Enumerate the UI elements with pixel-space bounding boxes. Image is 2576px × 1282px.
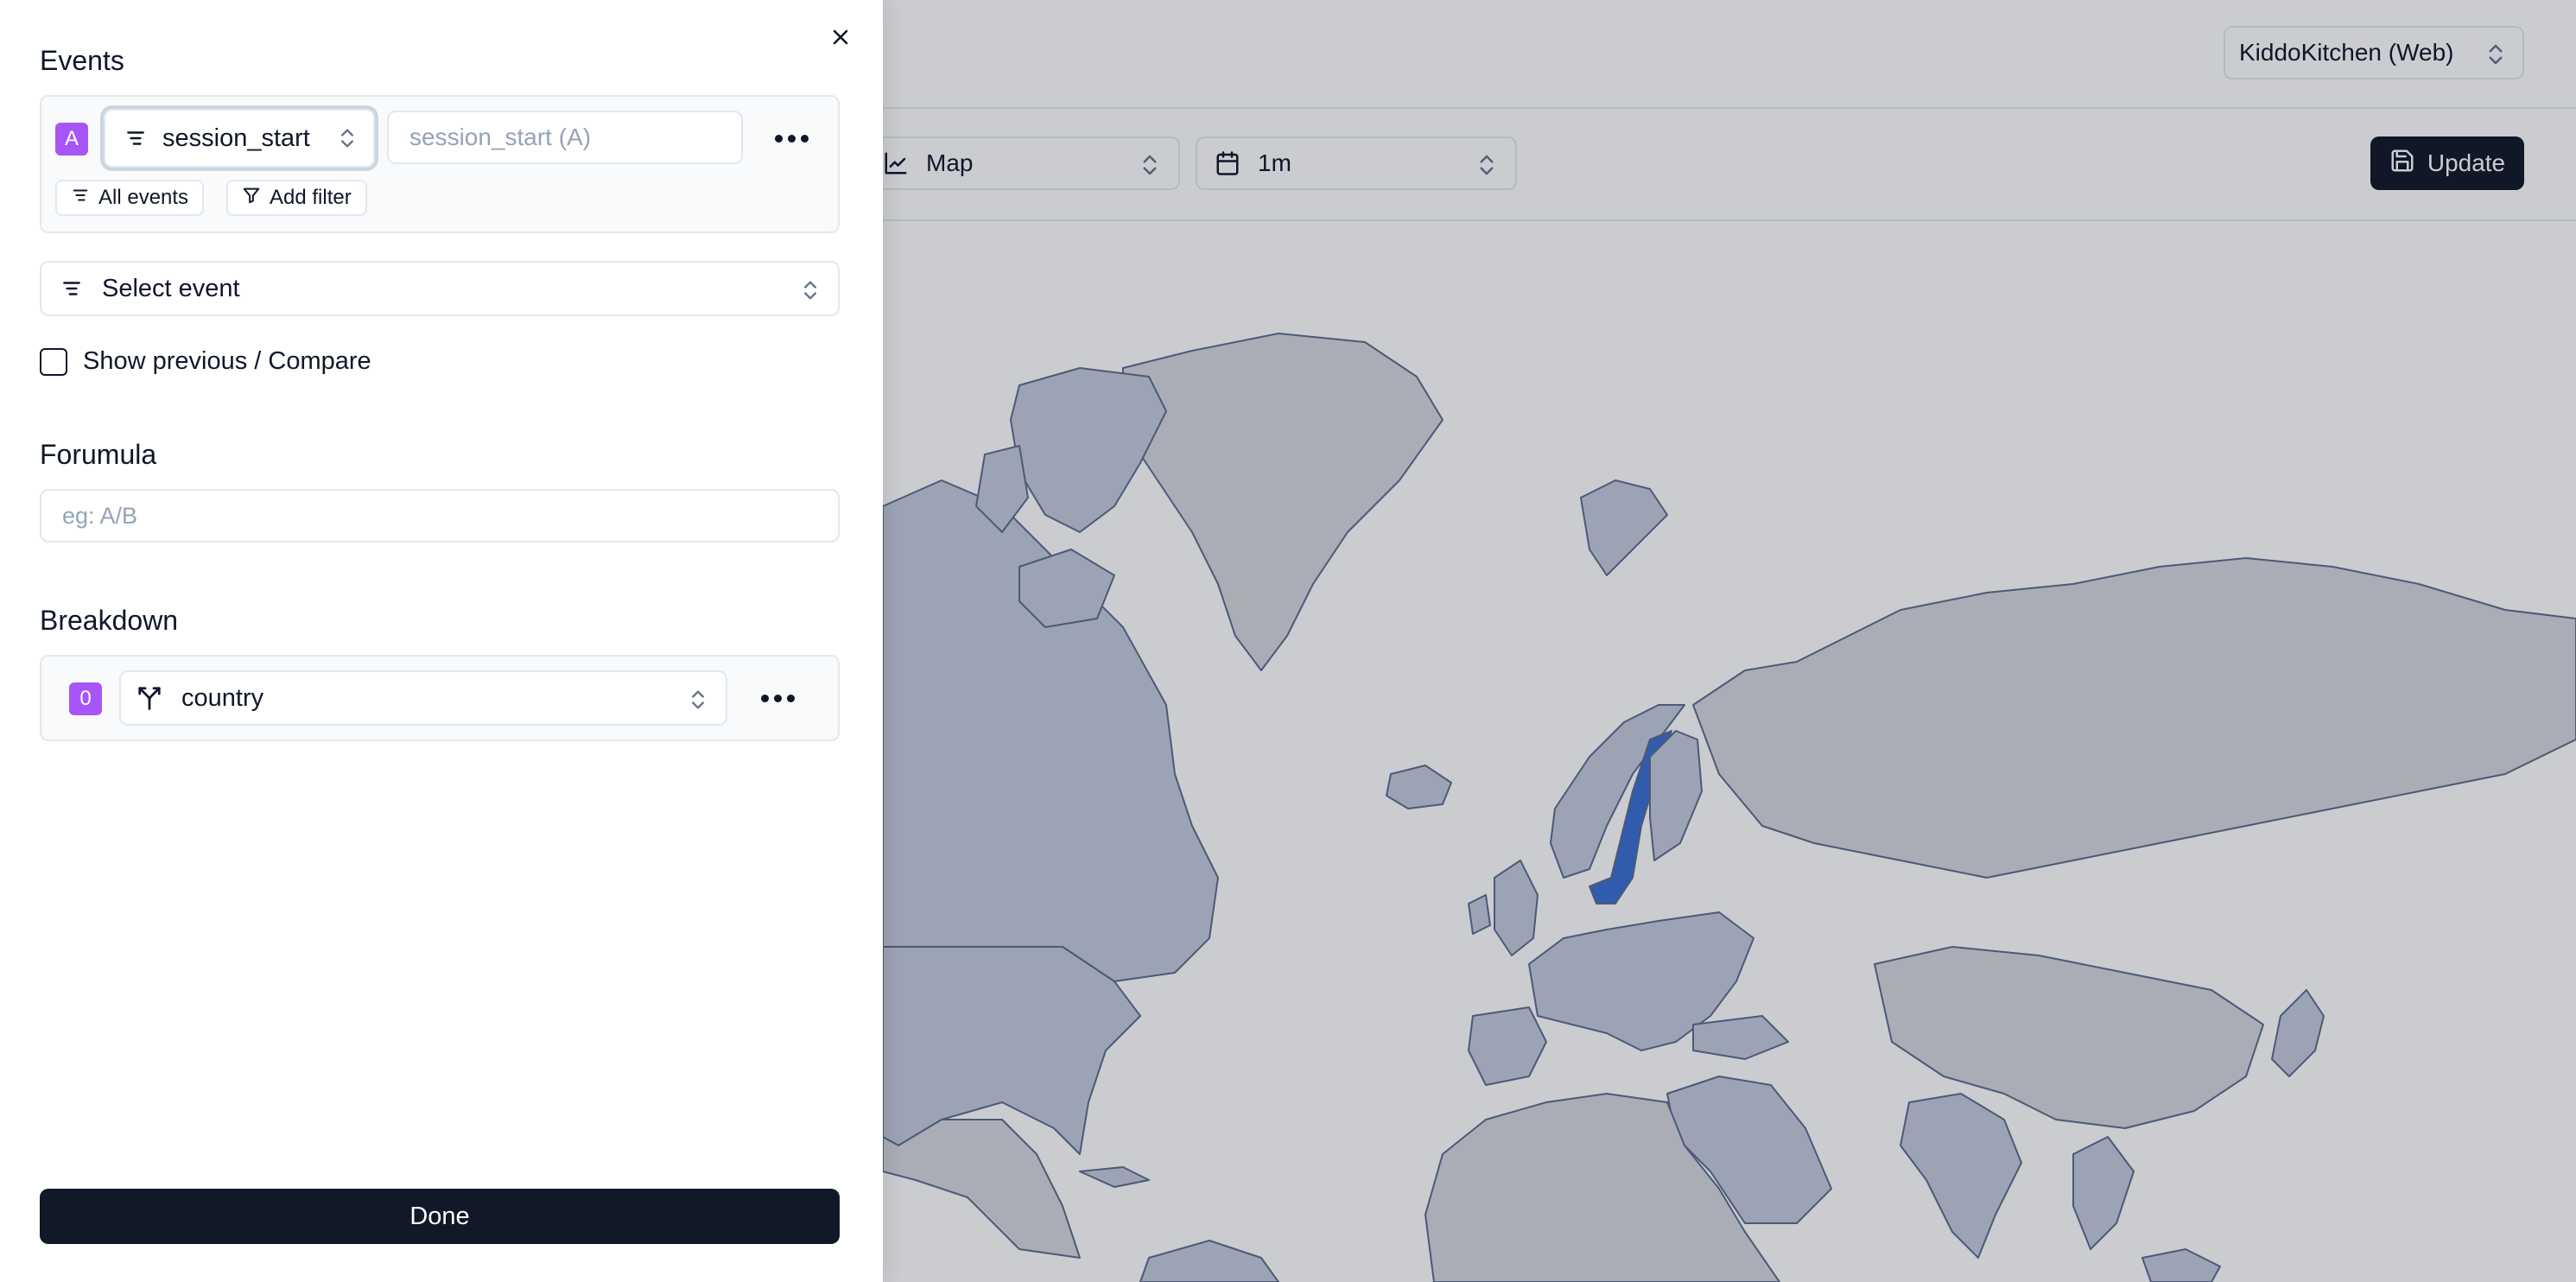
event-card: A session_start All events Add filter xyxy=(40,95,840,233)
formula-input[interactable] xyxy=(40,489,840,543)
event-name: session_start xyxy=(162,124,310,152)
add-filter-button[interactable]: Add filter xyxy=(226,180,367,216)
breakdown-more-button[interactable] xyxy=(753,681,802,715)
compare-toggle-row[interactable]: Show previous / Compare xyxy=(40,347,371,376)
chevron-up-down-icon xyxy=(686,686,710,720)
breakdown-card: 0 country xyxy=(40,655,840,741)
done-label: Done xyxy=(409,1202,470,1230)
breakdown-title: Breakdown xyxy=(40,605,179,636)
breakdown-property-label: country xyxy=(181,683,264,712)
all-events-label: All events xyxy=(98,186,189,209)
all-events-chip[interactable]: All events xyxy=(55,180,205,216)
breakdown-property-select[interactable]: country xyxy=(119,670,727,726)
chevron-up-down-icon xyxy=(335,124,359,159)
close-button[interactable] xyxy=(826,24,855,54)
filter-icon xyxy=(242,186,261,211)
add-filter-label: Add filter xyxy=(270,186,352,209)
formula-title: Forumula xyxy=(40,439,157,470)
report-settings-drawer: Events A session_start All events A xyxy=(0,0,883,1282)
list-filter-icon xyxy=(60,277,83,300)
event-more-button[interactable] xyxy=(767,121,815,155)
close-icon xyxy=(828,25,853,54)
more-dots-icon xyxy=(774,134,783,143)
done-button[interactable]: Done xyxy=(40,1189,840,1244)
select-event-dropdown[interactable]: Select event xyxy=(40,261,840,316)
split-icon xyxy=(136,685,162,711)
compare-label: Show previous / Compare xyxy=(83,347,371,375)
chevron-up-down-icon xyxy=(798,276,822,311)
more-dots-icon xyxy=(760,694,769,702)
event-select[interactable]: session_start xyxy=(104,109,375,168)
list-filter-icon xyxy=(71,186,90,211)
event-badge: A xyxy=(55,123,88,155)
list-filter-icon xyxy=(124,127,147,149)
events-title: Events xyxy=(40,45,124,76)
breakdown-badge: 0 xyxy=(69,682,102,715)
compare-checkbox[interactable] xyxy=(40,347,67,376)
event-alias-input[interactable] xyxy=(387,111,743,164)
select-event-label: Select event xyxy=(102,274,240,302)
